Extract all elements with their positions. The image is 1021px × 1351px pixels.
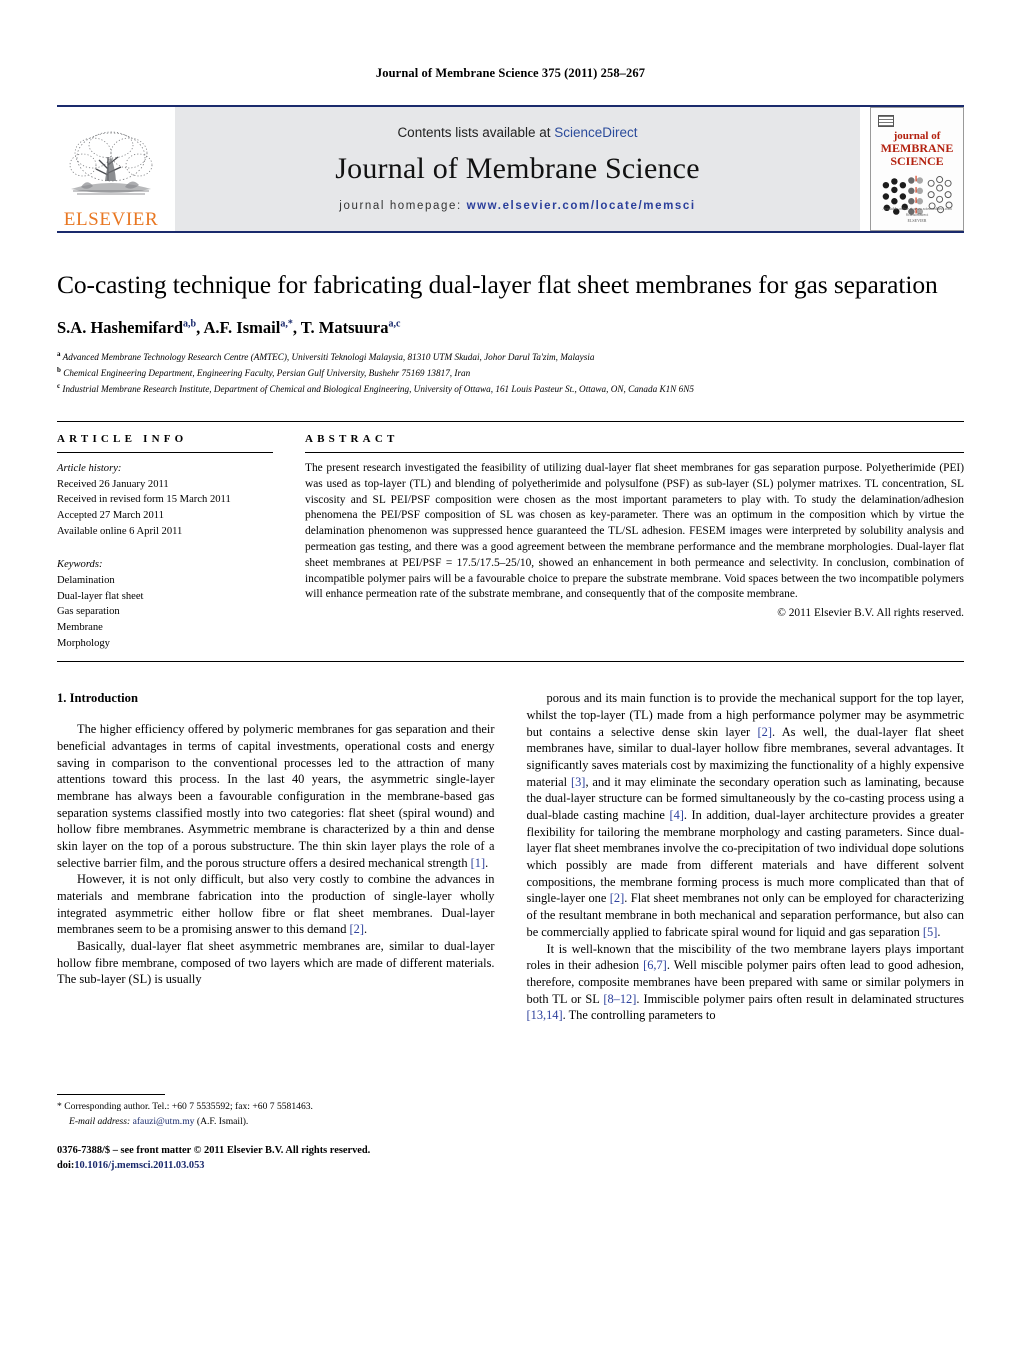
affiliation-mark: c xyxy=(57,382,61,391)
journal-band: Contents lists available at ScienceDirec… xyxy=(175,107,860,231)
author-list: S.A. Hashemifarda,b, A.F. Ismaila,*, T. … xyxy=(57,318,964,338)
homepage-prefix: journal homepage: xyxy=(339,199,462,212)
contents-available-line: Contents lists available at ScienceDirec… xyxy=(397,125,637,140)
abstract-column: ABSTRACT The present research investigat… xyxy=(305,433,964,651)
affiliation-text: Advanced Membrane Technology Research Ce… xyxy=(62,352,595,363)
history-item: Available online 6 April 2011 xyxy=(57,525,183,537)
journal-homepage-link[interactable]: www.elsevier.com/locate/memsci xyxy=(467,200,696,212)
history-item: Received in revised form 15 March 2011 xyxy=(57,494,231,506)
author-name: T. Matsuura xyxy=(300,318,389,338)
article-info-rule xyxy=(57,452,273,454)
abstract-bottom-rule xyxy=(57,661,964,663)
history-item: Accepted 27 March 2011 xyxy=(57,510,164,522)
author-name: A.F. Ismail xyxy=(203,318,281,338)
affiliation-text: Industrial Membrane Research Institute, … xyxy=(62,384,694,395)
corresponding-author-text: Corresponding author. Tel.: +60 7 553559… xyxy=(64,1101,313,1113)
paragraph: However, it is not only difficult, but a… xyxy=(57,872,495,937)
doi-line: doi:10.1016/j.memsci.2011.03.053 xyxy=(57,1158,495,1173)
citation-reference[interactable]: [2] xyxy=(350,922,364,936)
journal-cover-thumbnail: journal of MEMBRANE SCIENCE Available on… xyxy=(870,107,964,231)
citation-reference[interactable]: [2] xyxy=(610,891,624,905)
author-affiliation-marks: a,c xyxy=(388,318,401,330)
author-entry: A.F. Ismaila,*, xyxy=(203,318,300,337)
page-title: Co-casting technique for fabricating dua… xyxy=(57,270,938,299)
history-item: Received 26 January 2011 xyxy=(57,478,169,490)
elsevier-tree-icon xyxy=(69,131,153,195)
journal-title: Journal of Membrane Science xyxy=(335,151,700,185)
paragraph: Basically, dual-layer flat sheet asymmet… xyxy=(57,939,495,987)
citation-reference[interactable]: [6,7] xyxy=(643,958,667,972)
keyword-item: Dual-layer flat sheet xyxy=(57,590,144,602)
affiliation-list: a Advanced Membrane Technology Research … xyxy=(57,349,964,397)
info-abstract-block: ARTICLE INFO Article history: Received 2… xyxy=(57,421,964,651)
author-separator: , xyxy=(292,318,301,338)
issn-line: 0376-7388/$ – see front matter © 2011 El… xyxy=(57,1144,371,1156)
abstract-rule xyxy=(305,452,964,454)
affiliation-item: c Industrial Membrane Research Institute… xyxy=(57,381,964,397)
corresponding-author-note: * Corresponding author. Tel.: +60 7 5535… xyxy=(57,1100,495,1129)
affiliation-mark: a xyxy=(57,350,61,359)
doi-label: doi: xyxy=(57,1160,75,1172)
cover-foot-line3: ELSEVIER xyxy=(907,218,927,223)
issn-copyright-block: 0376-7388/$ – see front matter © 2011 El… xyxy=(57,1143,495,1173)
citation-reference[interactable]: [3] xyxy=(571,775,585,789)
author-name: S.A. Hashemifard xyxy=(57,318,184,338)
article-info-column: ARTICLE INFO Article history: Received 2… xyxy=(57,433,305,651)
doi-link[interactable]: 10.1016/j.memsci.2011.03.053 xyxy=(74,1160,204,1171)
journal-masthead: ELSEVIER Contents lists available at Sci… xyxy=(57,105,964,231)
paragraph: porous and its main function is to provi… xyxy=(526,691,965,939)
article-info-heading: ARTICLE INFO xyxy=(57,433,188,446)
article-page: Journal of Membrane Science 375 (2011) 2… xyxy=(0,0,1021,1351)
author-affiliation-marks: a,b xyxy=(183,318,197,330)
affiliation-text: Chemical Engineering Department, Enginee… xyxy=(63,368,471,379)
elsevier-logo: ELSEVIER xyxy=(57,107,165,231)
footnote-rule xyxy=(57,1094,165,1096)
article-history-label: Article history: xyxy=(57,463,122,475)
running-head: Journal of Membrane Science 375 (2011) 2… xyxy=(375,66,646,80)
citation-reference[interactable]: [4] xyxy=(669,808,683,822)
journal-homepage-line: journal homepage: www.elsevier.com/locat… xyxy=(339,200,695,212)
footnote-zone: * Corresponding author. Tel.: +60 7 5535… xyxy=(57,1094,495,1173)
author-entry: S.A. Hashemifarda,b, xyxy=(57,318,203,337)
email-link[interactable]: afauzi@utm.my xyxy=(133,1116,195,1127)
body-column-right: porous and its main function is to provi… xyxy=(527,690,965,1173)
keyword-item: Delamination xyxy=(57,575,115,587)
affiliation-item: b Chemical Engineering Department, Engin… xyxy=(57,365,964,381)
abstract-heading: ABSTRACT xyxy=(305,433,399,446)
section-title-introduction: 1. Introduction xyxy=(57,691,138,706)
masthead-bottom-rule xyxy=(57,231,964,233)
cover-line-science: SCIENCE xyxy=(890,153,944,168)
citation-reference[interactable]: [5] xyxy=(923,925,937,939)
affiliation-item: a Advanced Membrane Technology Research … xyxy=(57,349,964,365)
author-affiliation-marks: a,* xyxy=(280,318,293,330)
keywords-block: Keywords: Delamination Dual-layer flat s… xyxy=(57,557,273,651)
contents-prefix: Contents lists available at xyxy=(397,124,555,140)
email-label: E-mail address: xyxy=(69,1115,131,1127)
article-history-block: Article history: Received 26 January 201… xyxy=(57,461,273,539)
cover-barcode-icon xyxy=(878,115,894,128)
email-owner: (A.F. Ismail). xyxy=(196,1115,249,1127)
keyword-item: Morphology xyxy=(57,637,110,649)
body-column-left: 1. Introduction The higher efficiency of… xyxy=(57,690,495,1173)
title-block: Co-casting technique for fabricating dua… xyxy=(57,269,964,397)
paragraph: The higher efficiency offered by polymer… xyxy=(57,722,495,870)
sciencedirect-link[interactable]: ScienceDirect xyxy=(554,125,637,140)
citation-reference[interactable]: [1] xyxy=(471,856,485,870)
affiliation-mark: b xyxy=(57,366,61,375)
abstract-text: The present research investigated the fe… xyxy=(305,462,964,601)
citation-reference[interactable]: [2] xyxy=(758,725,772,739)
keywords-label: Keywords: xyxy=(57,559,103,571)
corresponding-author-mark: * xyxy=(57,1101,62,1113)
citation-reference[interactable]: [8–12] xyxy=(603,992,636,1006)
paragraph: It is well-known that the miscibility of… xyxy=(526,941,965,1023)
body-columns: 1. Introduction The higher efficiency of… xyxy=(57,690,964,1173)
cover-footer: Available online at www.sciencedirect.co… xyxy=(871,206,963,224)
citation-reference[interactable]: [13,14] xyxy=(527,1008,563,1022)
keyword-item: Gas separation xyxy=(57,606,120,618)
elsevier-wordmark: ELSEVIER xyxy=(63,209,159,230)
author-entry: T. Matsuuraa,c xyxy=(301,318,401,337)
keyword-item: Membrane xyxy=(57,622,103,634)
abstract-copyright: © 2011 Elsevier B.V. All rights reserved… xyxy=(777,607,964,620)
